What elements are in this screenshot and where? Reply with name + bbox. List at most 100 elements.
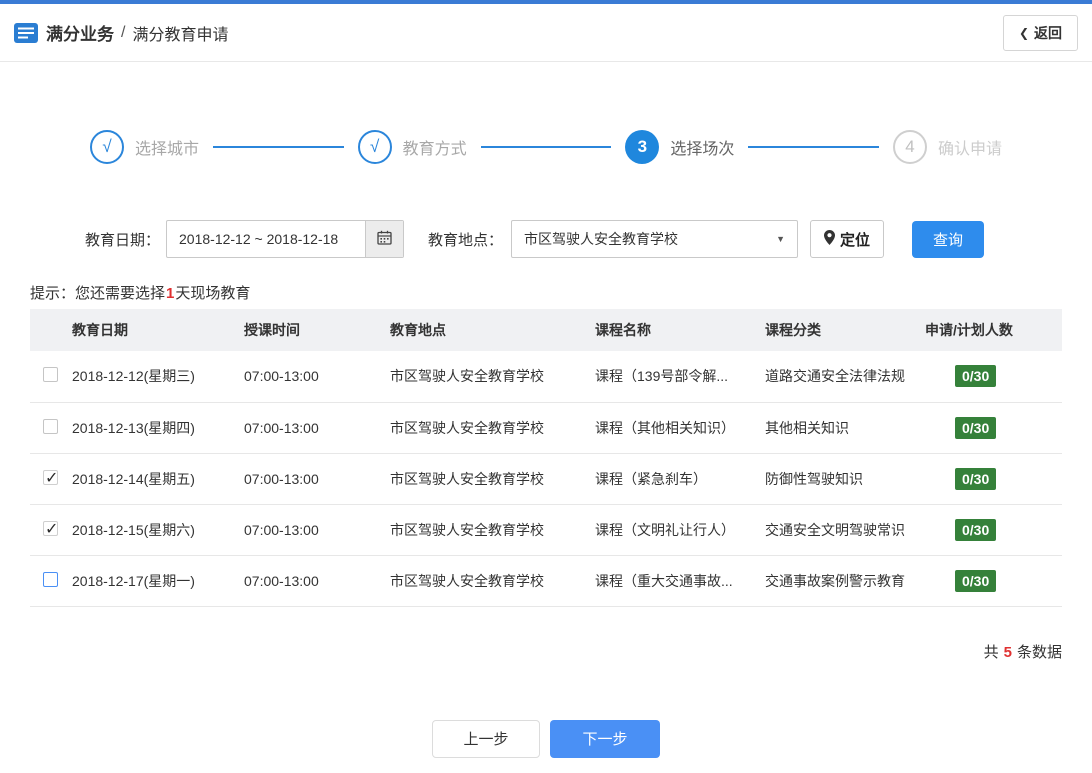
header-applied-planned: 申请/计划人数 [925,322,1013,338]
locate-button-label: 定位 [840,231,871,249]
back-button-label: 返回 [1034,24,1062,41]
table-header-row: 教育日期 授课时间 教育地点 课程名称 课程分类 申请/计划人数 [30,309,1062,351]
checkbox-icon [43,367,58,383]
checkbox-icon [43,571,58,587]
header-checkbox-col [30,309,72,351]
education-location-value: 市区驾驶人安全教育学校 [524,231,679,247]
cell-class-time: 07:00-13:00 [244,572,319,589]
header-course-category: 课程分类 [765,322,821,338]
quota-badge: 0/30 [955,569,997,592]
breadcrumb-root: 满分业务 [46,25,114,44]
step-education-mode: √ 教育方式 [357,130,467,164]
step-1-marker: √ [90,130,124,164]
hint-suffix: 天现场教育 [175,285,251,302]
education-location-select[interactable]: 市区驾驶人安全教育学校 ▼ [511,220,799,258]
education-location-label: 教育地点： [428,231,504,249]
cell-class-time: 07:00-13:00 [244,368,319,385]
row-checkbox[interactable] [43,571,58,587]
previous-step-button[interactable]: 上一步 [432,719,540,758]
table-row: 2018-12-12(星期三) 07:00-13:00 市区驾驶人安全教育学校 … [30,351,1062,402]
education-date-input[interactable] [167,221,366,257]
breadcrumb-separator: / [121,23,126,41]
header-education-location: 教育地点 [390,322,446,338]
calendar-button[interactable] [365,221,404,257]
filter-bar: 教育日期： 教育地点： 市区驾驶人安全教育学校 ▼ 定位 查询 [0,220,1092,258]
step-connector [480,146,612,148]
search-button[interactable]: 查询 [912,220,985,258]
total-prefix: 共 [983,643,999,661]
cell-education-location: 市区驾驶人安全教育学校 [390,521,544,538]
cell-course-category: 防御性驾驶知识 [765,470,863,487]
step-3-marker: 3 [625,130,660,164]
back-button[interactable]: ❮ 返回 [1002,14,1078,51]
quota-badge: 0/30 [955,416,997,439]
cell-course-category: 道路交通安全法律法规 [765,368,905,385]
header-class-time: 授课时间 [244,322,300,338]
cell-education-date: 2018-12-17(星期一) [72,572,195,589]
header-course-name: 课程名称 [595,322,651,338]
cell-education-location: 市区驾驶人安全教育学校 [390,470,544,487]
hint-days-highlight: 1 [166,285,175,302]
cell-course-name: 课程（139号部令解... [595,368,729,385]
cell-education-date: 2018-12-15(星期六) [72,521,195,538]
row-checkbox[interactable] [43,418,58,434]
step-4-label: 确认申请 [937,141,1002,158]
stepper: √ 选择城市 √ 教育方式 3 选择场次 4 确认申请 [0,130,1092,164]
checkbox-icon [43,418,58,434]
table-row: 2018-12-14(星期五) 07:00-13:00 市区驾驶人安全教育学校 … [30,453,1062,504]
cell-class-time: 07:00-13:00 [244,521,319,538]
row-checkbox[interactable] [43,367,58,383]
cell-course-name: 课程（其他相关知识） [595,419,735,436]
cell-education-location: 市区驾驶人安全教育学校 [390,419,544,436]
cell-education-date: 2018-12-12(星期三) [72,368,195,385]
cell-course-category: 其他相关知识 [765,419,849,436]
table-row: 2018-12-13(星期四) 07:00-13:00 市区驾驶人安全教育学校 … [30,402,1062,453]
session-table: 教育日期 授课时间 教育地点 课程名称 课程分类 申请/计划人数 2018-12… [30,309,1062,607]
step-confirm-application: 4 确认申请 [892,130,1002,164]
cell-education-date: 2018-12-14(星期五) [72,470,195,487]
calendar-icon [377,230,392,248]
locate-button[interactable]: 定位 [810,220,885,258]
dropdown-caret-icon: ▼ [776,234,786,244]
cell-course-name: 课程（重大交通事故... [595,572,733,589]
cell-class-time: 07:00-13:00 [244,419,319,436]
checkbox-icon [43,468,58,488]
hint-text: 提示：您还需要选择1天现场教育 [0,282,1092,303]
education-date-label: 教育日期： [85,231,161,249]
step-connector [748,146,879,148]
menu-list-icon [14,22,38,43]
step-3-label: 选择场次 [670,141,735,158]
step-select-city: √ 选择城市 [90,130,199,164]
wizard-actions: 上一步 下一步 [0,719,1092,758]
back-chevron-icon: ❮ [1018,25,1029,40]
quota-badge: 0/30 [955,467,997,490]
page: 满分业务 / 满分教育申请 ❮ 返回 √ 选择城市 √ 教育方式 3 选择场次 … [0,0,1092,758]
total-suffix: 条数据 [1016,643,1062,661]
cell-class-time: 07:00-13:00 [244,470,319,487]
table-row: 2018-12-17(星期一) 07:00-13:00 市区驾驶人安全教育学校 … [30,555,1062,606]
step-select-session: 3 选择场次 [625,130,734,164]
next-step-button[interactable]: 下一步 [550,719,660,758]
step-1-label: 选择城市 [135,141,200,158]
cell-education-location: 市区驾驶人安全教育学校 [390,572,544,589]
step-4-marker: 4 [892,130,927,164]
cell-education-location: 市区驾驶人安全教育学校 [390,368,544,385]
total-count: 共 5 条数据 [0,641,1092,662]
quota-badge: 0/30 [955,518,997,541]
hint-prefix: 提示：您还需要选择 [30,285,166,302]
cell-course-name: 课程（紧急刹车） [595,470,707,487]
education-date-input-group [166,220,405,258]
header-education-date: 教育日期 [72,322,128,338]
step-2-label: 教育方式 [402,141,467,158]
table-row: 2018-12-15(星期六) 07:00-13:00 市区驾驶人安全教育学校 … [30,504,1062,555]
cell-education-date: 2018-12-13(星期四) [72,419,195,436]
quota-badge: 0/30 [955,365,997,388]
cell-course-category: 交通安全文明驾驶常识 [765,521,905,538]
checkbox-icon [43,519,58,539]
breadcrumb-current: 满分教育申请 [132,26,229,44]
step-2-marker: √ [357,130,392,164]
row-checkbox[interactable] [43,468,58,488]
total-number: 5 [1003,643,1012,661]
row-checkbox[interactable] [43,519,58,539]
header: 满分业务 / 满分教育申请 ❮ 返回 [0,4,1092,62]
